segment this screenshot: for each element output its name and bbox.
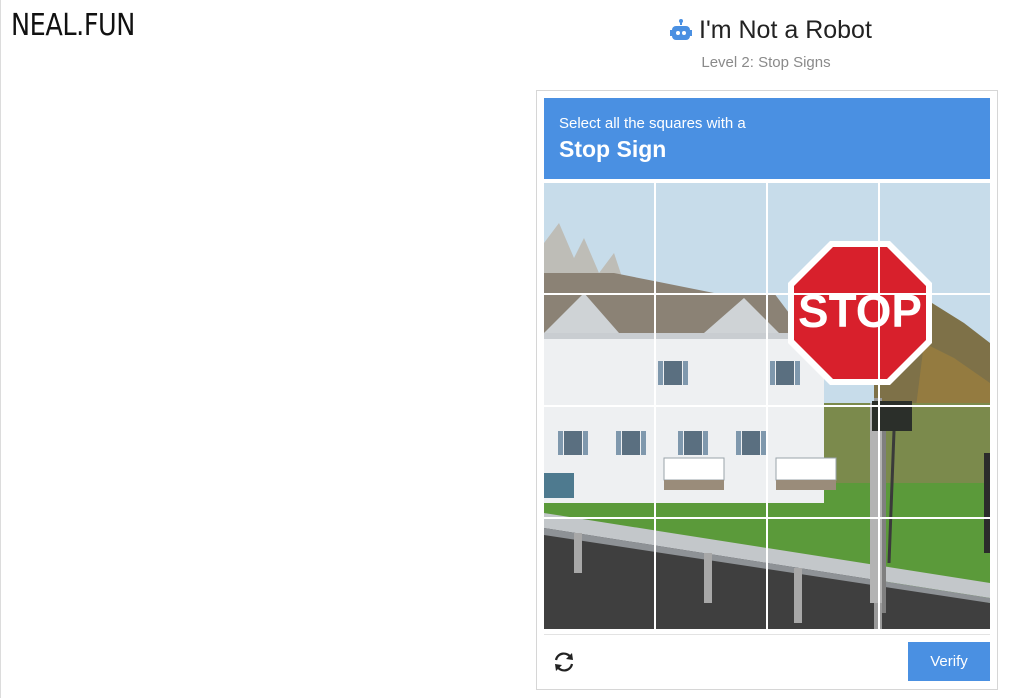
captcha-tile-r4-c3[interactable]: STOP [768, 519, 878, 629]
captcha-tile-r1-c3[interactable]: STOP [768, 183, 878, 293]
captcha-tile-image: STOP [880, 407, 990, 517]
captcha-tile-image: STOP [768, 183, 878, 293]
captcha-tile-r2-c3[interactable]: STOP [768, 295, 878, 405]
captcha-tile-image: STOP [768, 519, 878, 629]
captcha-tile-r2-c1[interactable]: STOP [544, 295, 654, 405]
captcha-tile-r2-c4[interactable]: STOP [880, 295, 990, 405]
captcha-tile-image: STOP [656, 295, 766, 405]
captcha-image-grid: STOP [544, 183, 990, 629]
site-logo[interactable]: NEAL.FUN [11, 8, 135, 43]
verify-button[interactable]: Verify [908, 642, 990, 681]
captcha-tile-r1-c1[interactable]: STOP [544, 183, 654, 293]
svg-text:STOP: STOP [798, 285, 878, 293]
svg-text:STOP: STOP [880, 295, 922, 337]
page-title: I'm Not a Robot [699, 16, 872, 44]
captcha-instruction: Select all the squares with a [559, 115, 746, 132]
captcha-tile-r4-c2[interactable]: STOP [656, 519, 766, 629]
captcha-tile-r1-c4[interactable]: STOP [880, 183, 990, 293]
captcha-tile-r3-c1[interactable]: STOP [544, 407, 654, 517]
captcha-tile-r3-c2[interactable]: STOP [656, 407, 766, 517]
page-title-row: I'm Not a Robot [669, 16, 872, 45]
level-subtitle: Level 2: Stop Signs [701, 54, 831, 71]
captcha-tile-r3-c4[interactable]: STOP [880, 407, 990, 517]
captcha-tile-image: STOP [880, 295, 990, 405]
captcha-tile-image: STOP [880, 519, 990, 629]
captcha-tile-r1-c2[interactable]: STOP [656, 183, 766, 293]
captcha-tile-r3-c3[interactable]: STOP [768, 407, 878, 517]
captcha-tile-r2-c2[interactable]: STOP [656, 295, 766, 405]
captcha-widget: Select all the squares with a Stop Sign [536, 90, 998, 690]
captcha-tile-image: STOP [656, 183, 766, 293]
svg-text:STOP: STOP [880, 285, 922, 293]
captcha-tile-image: STOP [544, 519, 654, 629]
captcha-tile-image: STOP [656, 407, 766, 517]
captcha-tile-image: STOP [544, 295, 654, 405]
captcha-tile-image: STOP [768, 295, 878, 405]
reload-icon[interactable] [551, 649, 577, 675]
captcha-tile-r4-c1[interactable]: STOP [544, 519, 654, 629]
captcha-tile-r4-c4[interactable]: STOP [880, 519, 990, 629]
svg-text:STOP: STOP [798, 295, 878, 337]
captcha-tile-image: STOP [768, 407, 878, 517]
captcha-target: Stop Sign [559, 136, 667, 162]
captcha-tile-image: STOP [880, 183, 990, 293]
captcha-footer-divider [544, 634, 990, 635]
captcha-tile-image: STOP [656, 519, 766, 629]
captcha-tile-image: STOP [544, 183, 654, 293]
captcha-tile-image: STOP [544, 407, 654, 517]
robot-icon [670, 18, 692, 40]
page: NEAL.FUN I'm Not a Robot Level 2: Stop S… [0, 0, 1024, 698]
captcha-header: Select all the squares with a Stop Sign [544, 98, 990, 179]
